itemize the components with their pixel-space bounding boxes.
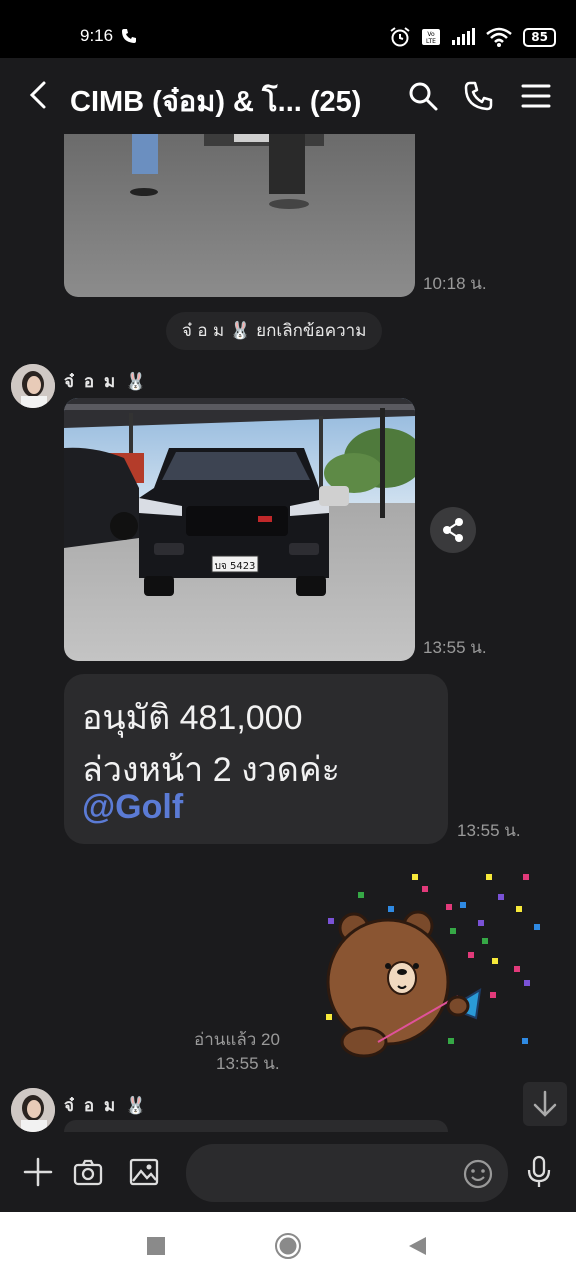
- message-time: 13:55 น.: [423, 638, 487, 657]
- mention-link[interactable]: @Golf: [82, 788, 183, 827]
- phone-icon[interactable]: [463, 80, 495, 112]
- avatar[interactable]: [11, 364, 55, 408]
- alarm-icon: [390, 27, 410, 47]
- chat-title[interactable]: CIMB (จ๋อม) & โ... (25): [70, 78, 361, 124]
- share-icon: [443, 518, 463, 542]
- message-time: 13:55 น.: [457, 821, 521, 840]
- back-icon[interactable]: [24, 80, 54, 110]
- read-count: อ่านแล้ว 20: [194, 1030, 280, 1049]
- battery-indicator: 85: [523, 27, 556, 47]
- message-text-line: อนุมัติ 481,000: [82, 699, 303, 737]
- avatar[interactable]: [11, 1088, 55, 1132]
- scroll-down-icon: [533, 1090, 557, 1117]
- previous-photo[interactable]: [64, 134, 415, 297]
- license-plate: บจ 5423: [215, 561, 256, 572]
- search-icon[interactable]: [407, 80, 439, 112]
- avatar-image: [11, 364, 55, 408]
- mic-icon[interactable]: [524, 1154, 554, 1190]
- brown-bear-sticker[interactable]: [318, 866, 548, 1066]
- text-message-bubble[interactable]: อนุมัติ 481,000 ล่วงหน้า 2 งวดค่ะ @Golf: [64, 674, 448, 844]
- volte-icon: VoLTE: [422, 29, 441, 45]
- message-time: 13:55 น.: [216, 1054, 280, 1073]
- sender-name: จ๋ อ ม 🐰: [64, 1096, 149, 1116]
- scroll-down-button[interactable]: [523, 1082, 567, 1126]
- call-status-icon: [122, 29, 136, 43]
- svg-text:LTE: LTE: [426, 38, 436, 45]
- status-icons: Vo LTE 85: [389, 26, 556, 48]
- wifi-icon: [486, 27, 513, 47]
- status-time: 9:16: [80, 26, 114, 45]
- car-photo[interactable]: บจ 5423: [64, 398, 415, 661]
- avatar-image: [11, 1088, 55, 1132]
- nav-home-icon[interactable]: [274, 1232, 302, 1260]
- share-button[interactable]: [430, 507, 476, 553]
- message-input[interactable]: [186, 1144, 508, 1202]
- svg-text:Vo: Vo: [428, 31, 436, 38]
- message-time: 10:18 น.: [423, 274, 487, 293]
- image-icon[interactable]: [128, 1156, 160, 1188]
- nav-back-icon[interactable]: [406, 1235, 428, 1257]
- sticker-graphic: [326, 874, 540, 1058]
- next-message-bubble[interactable]: [64, 1120, 448, 1132]
- plus-icon[interactable]: [22, 1156, 54, 1188]
- car-photo-graphic: บจ 5423: [64, 398, 415, 661]
- sender-name: จ๋ อ ม 🐰: [64, 372, 149, 392]
- menu-icon[interactable]: [520, 80, 552, 112]
- system-notice: จ๋ อ ม 🐰 ยกเลิกข้อความ: [166, 312, 383, 350]
- emoji-icon[interactable]: [462, 1158, 494, 1190]
- nav-recents-icon[interactable]: [146, 1236, 166, 1256]
- previous-photo-graphic: [64, 134, 415, 297]
- signal-icon: [452, 28, 476, 45]
- camera-icon[interactable]: [72, 1156, 104, 1188]
